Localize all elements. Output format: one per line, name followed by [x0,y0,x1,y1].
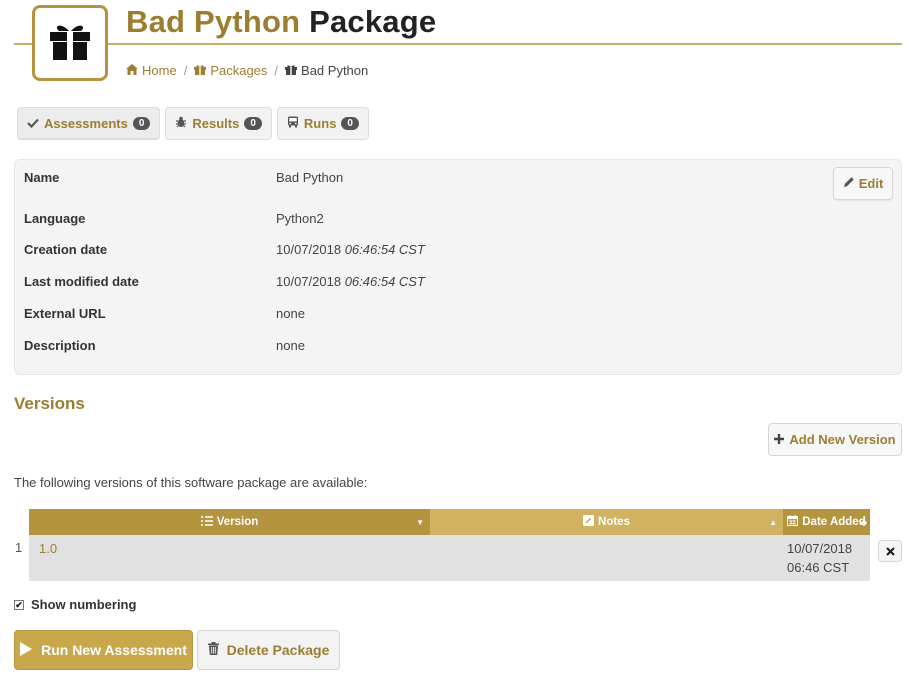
detail-label: Creation date [24,242,108,257]
tab-runs-count: 0 [341,117,359,130]
add-new-version-label: Add New Version [789,432,896,447]
breadcrumb-current: Bad Python [285,63,368,78]
show-numbering-label: Show numbering [31,597,137,612]
tab-results-label: Results [192,116,240,131]
page-title-suffix: Package [309,4,437,39]
detail-label: Last modified date [24,274,139,289]
detail-value-time: 06:46:54 CST [344,242,425,257]
gift-icon [285,63,298,78]
home-icon [126,63,138,78]
breadcrumb-home[interactable]: Home [126,63,177,78]
detail-value: Bad Python [276,170,343,185]
breadcrumb-separator: / [183,63,188,78]
column-header-version-label: Version [216,516,259,528]
detail-value: 10/07/2018 06:46:54 CST [276,274,425,289]
detail-value: 10/07/2018 06:46:54 CST [276,242,425,257]
play-icon [20,641,33,659]
versions-intro: The following versions of this software … [14,475,368,490]
sort-icon: ▲ [769,517,777,527]
delete-package-label: Delete Package [226,642,330,658]
bug-icon [175,116,187,131]
column-header-date-added[interactable]: Date Added ◆ [783,509,870,535]
pencil-icon [843,176,855,191]
package-details: Name Bad Python Language Python2 Creatio… [14,159,902,375]
version-time: 06:46 CST [787,560,850,575]
add-new-version-button[interactable]: Add New Version [768,423,902,456]
row-number: 1 [15,540,23,555]
detail-value-text: none [276,306,305,321]
page-title: Bad Python Package [126,4,436,40]
edit-button[interactable]: Edit [833,167,893,200]
package-tabs: Assessments 0 Results 0 Runs 0 [17,107,369,140]
column-header-notes-label: Notes [598,516,630,528]
sort-icon: ◆ [860,517,867,527]
detail-value-text: Bad Python [276,170,344,185]
version-date-added: 10/07/2018 06:46 CST [783,535,870,581]
breadcrumb-packages[interactable]: Packages [194,63,267,78]
show-numbering-checkbox[interactable]: ✔ [14,599,24,610]
tab-runs-label: Runs [303,116,337,131]
tab-assessments-label: Assessments [44,115,128,131]
tab-runs[interactable]: Runs 0 [276,107,369,140]
detail-label: Language [24,211,86,226]
column-header-version[interactable]: Version ▼ [29,509,430,535]
sort-desc-icon: ▼ [416,517,424,527]
edit-icon [583,515,595,529]
detail-label: Name [24,170,60,185]
detail-value-date: 10/07/2018 [276,242,342,257]
show-numbering-toggle[interactable]: ✔ Show numbering [14,597,136,612]
package-icon-box [32,5,108,81]
check-icon [27,116,39,131]
tab-assessments[interactable]: Assessments 0 [17,107,161,140]
detail-value: none [276,306,305,321]
breadcrumb-current-label: Bad Python [301,63,369,78]
delete-version-button[interactable] [878,540,902,562]
delete-package-button[interactable]: Delete Package [197,630,340,670]
detail-value: none [276,338,305,353]
edit-button-label: Edit [858,176,884,191]
column-header-notes[interactable]: Notes ▲ [430,509,783,535]
bus-icon [287,116,299,131]
gift-icon [194,63,207,78]
run-new-assessment-button[interactable]: Run New Assessment [14,630,193,670]
detail-value-date: 10/07/2018 [276,274,342,289]
version-link[interactable]: 1.0 [29,535,430,581]
run-new-assessment-label: Run New Assessment [41,642,187,658]
column-header-date-added-label: Date Added [802,516,866,528]
table-row: 1.0 10/07/2018 06:46 CST [29,535,870,581]
versions-heading: Versions [14,394,85,413]
calendar-icon [787,515,799,529]
breadcrumb-packages-label: Packages [210,63,268,78]
versions-table: Version ▼ Notes ▲ Date Added ◆ 1.0 10/07… [29,509,870,581]
close-icon [885,544,895,559]
detail-label: External URL [24,306,106,321]
breadcrumb: Home / Packages / Bad Python [126,63,368,78]
detail-value-time: 06:46:54 CST [344,274,425,289]
detail-value-text: Python2 [276,211,324,226]
detail-value: Python2 [276,211,324,226]
version-notes [430,535,783,581]
tab-results[interactable]: Results 0 [165,107,272,140]
breadcrumb-separator: / [274,63,279,78]
page-title-name: Bad Python [126,4,301,39]
title-divider [14,43,902,45]
tab-assessments-count: 0 [132,116,151,130]
version-date: 10/07/2018 [787,541,853,556]
detail-label: Description [24,338,96,353]
breadcrumb-home-label: Home [142,63,177,78]
plus-icon [774,432,785,447]
trash-icon [207,642,219,658]
tab-results-count: 0 [244,117,262,130]
detail-value-text: none [276,338,305,353]
versions-table-header: Version ▼ Notes ▲ Date Added ◆ [29,509,870,535]
list-icon [200,515,213,529]
gift-icon [47,20,93,67]
